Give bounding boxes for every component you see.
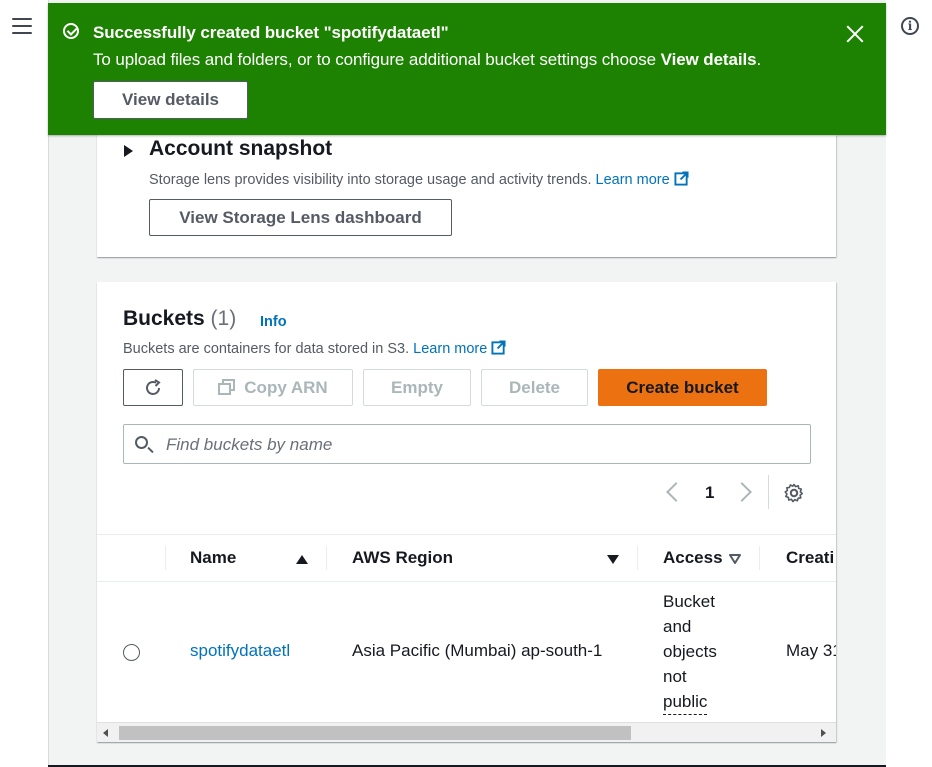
info-link[interactable]: Info	[260, 314, 287, 330]
flash-message: To upload files and folders, or to confi…	[93, 50, 762, 69]
expand-caret-icon[interactable]	[124, 145, 133, 157]
chevron-left-icon[interactable]	[666, 482, 686, 502]
side-nav-rail	[0, 0, 49, 767]
sort-icon[interactable]	[729, 554, 741, 564]
buckets-card: Buckets (1) Info Buckets are containers …	[97, 282, 836, 742]
flash-title: Successfully created bucket "spotifydata…	[93, 23, 449, 42]
view-storage-lens-button[interactable]: View Storage Lens dashboard	[149, 199, 452, 236]
copy-icon	[218, 379, 236, 395]
search-icon	[135, 436, 148, 449]
bucket-access: Bucket and objects not public	[663, 589, 733, 715]
column-divider	[759, 546, 760, 570]
column-divider	[637, 546, 638, 570]
external-link-icon[interactable]	[491, 340, 506, 355]
buckets-description: Buckets are containers for data stored i…	[123, 340, 506, 357]
info-icon[interactable]: i	[901, 17, 919, 35]
bucket-name-link[interactable]: spotifydataetl	[190, 641, 290, 661]
learn-more-link[interactable]: Learn more	[413, 341, 487, 357]
empty-button[interactable]: Empty	[363, 369, 471, 406]
gear-icon[interactable]	[784, 483, 804, 503]
learn-more-link[interactable]: Learn more	[596, 172, 670, 188]
divider	[768, 475, 769, 509]
external-link-icon[interactable]	[674, 171, 689, 186]
sort-descending-icon[interactable]	[607, 555, 619, 564]
view-details-button[interactable]: View details	[93, 81, 248, 119]
scrollbar-thumb[interactable]	[119, 726, 631, 740]
refresh-icon	[146, 379, 161, 395]
refresh-button[interactable]	[123, 369, 183, 406]
hamburger-icon[interactable]	[12, 18, 32, 34]
create-bucket-button[interactable]: Create bucket	[598, 369, 767, 406]
chevron-right-icon[interactable]	[732, 482, 752, 502]
bucket-created: May 31	[786, 641, 836, 660]
account-snapshot-title[interactable]: Account snapshot	[149, 137, 332, 161]
close-icon[interactable]	[844, 23, 866, 45]
scroll-left-arrow[interactable]	[103, 729, 108, 737]
buckets-heading: Buckets (1)	[123, 307, 237, 330]
column-divider	[165, 546, 166, 570]
check-circle-icon	[63, 23, 79, 39]
copy-arn-button[interactable]: Copy ARN	[193, 369, 353, 406]
search-field[interactable]	[123, 424, 811, 465]
buckets-count: (1)	[210, 307, 237, 330]
row-select-radio[interactable]	[123, 644, 140, 661]
account-snapshot-card: Account snapshot Storage lens provides v…	[97, 135, 836, 257]
help-panel-rail	[885, 0, 932, 767]
scroll-right-arrow[interactable]	[821, 729, 826, 737]
bucket-region: Asia Pacific (Mumbai) ap-south-1	[352, 641, 603, 660]
search-input[interactable]	[164, 425, 808, 465]
column-header-region[interactable]: AWS Region	[352, 535, 453, 581]
horizontal-scrollbar[interactable]	[97, 722, 836, 742]
table-header: Name AWS Region Access Creati	[97, 534, 836, 582]
column-header-created[interactable]: Creati	[786, 535, 834, 581]
success-flash-banner: Successfully created bucket "spotifydata…	[48, 3, 886, 135]
delete-button[interactable]: Delete	[481, 369, 588, 406]
sort-ascending-icon[interactable]	[296, 555, 308, 564]
account-snapshot-description: Storage lens provides visibility into st…	[149, 171, 689, 188]
page-number[interactable]: 1	[705, 483, 714, 503]
column-header-access[interactable]: Access	[663, 535, 723, 581]
column-divider	[326, 546, 327, 570]
access-tooltip-trigger[interactable]: public	[663, 689, 708, 715]
column-header-name[interactable]: Name	[190, 535, 236, 581]
